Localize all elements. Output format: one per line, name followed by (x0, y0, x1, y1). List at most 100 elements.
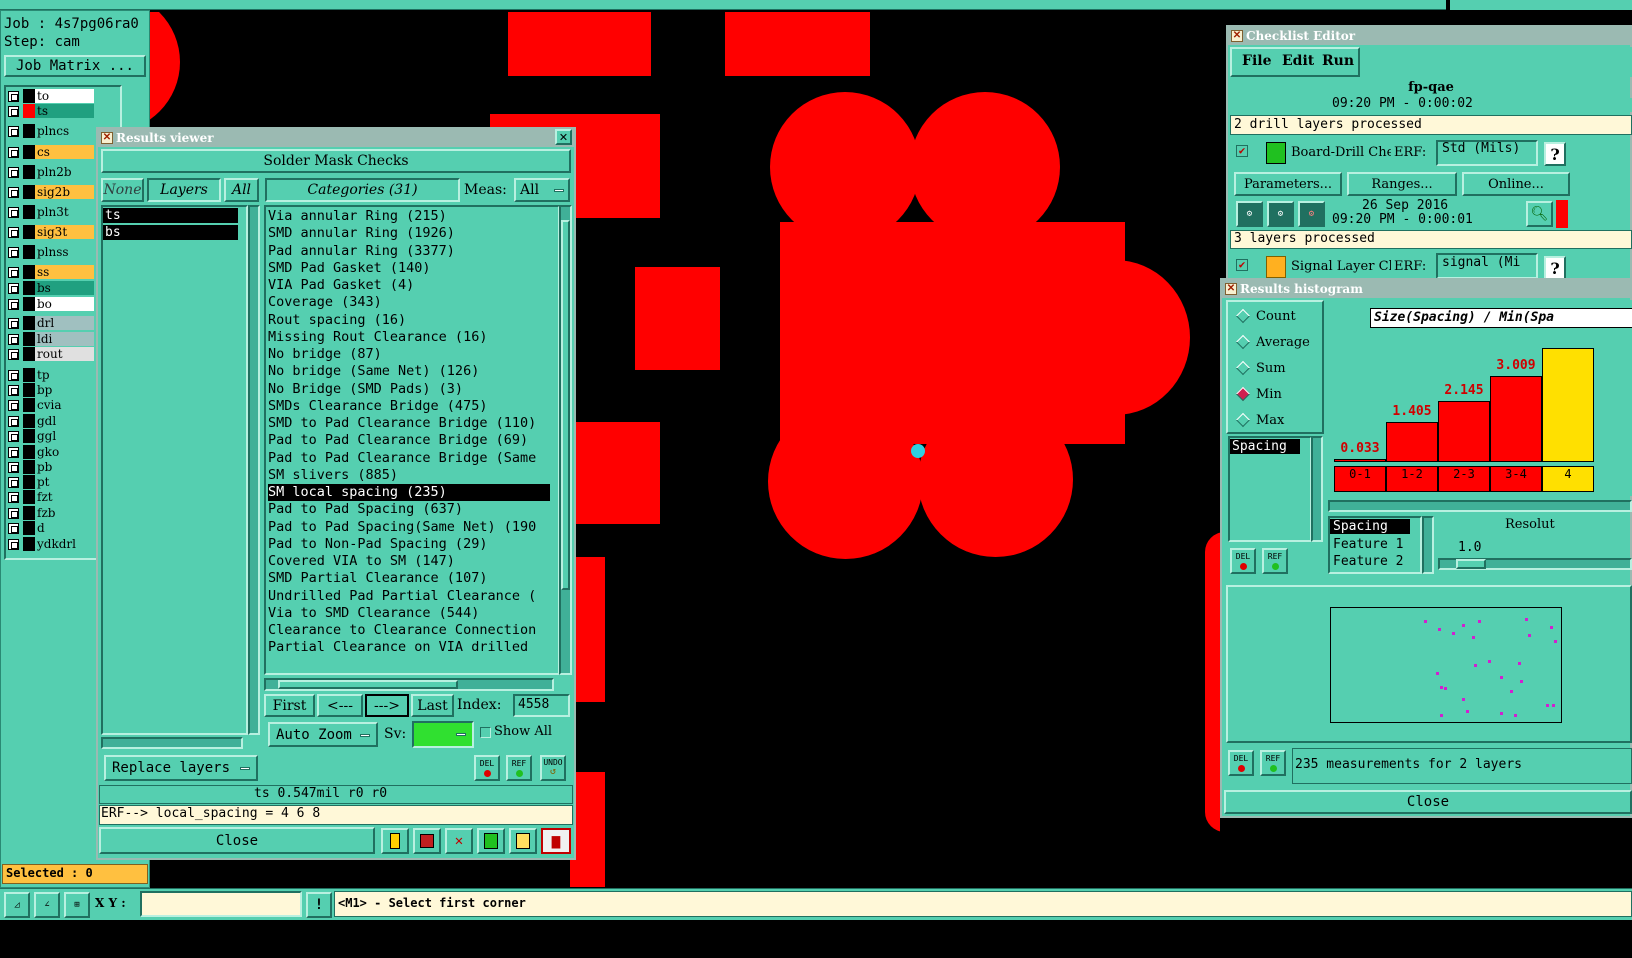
category-item[interactable]: Pad to Pad Clearance Bridge (Same (268, 450, 550, 467)
layer-checkbox[interactable] (8, 446, 19, 458)
window-menu-icon[interactable]: ✕ (1225, 283, 1237, 295)
delete-marks-icon[interactable]: ✕ (445, 828, 473, 854)
layer-row[interactable]: gdl (8, 414, 94, 428)
category-hscroll-thumb[interactable] (278, 680, 458, 689)
stat-option-average[interactable]: Average (1234, 332, 1324, 352)
layer-row[interactable]: rout (8, 347, 94, 361)
layer-row[interactable]: plnss (8, 245, 94, 259)
layer-checkbox[interactable] (8, 206, 19, 218)
layer-row[interactable]: pt (8, 475, 94, 489)
category-item[interactable]: SM local spacing (235) (268, 484, 550, 501)
layer-checkbox[interactable] (8, 333, 19, 345)
category-item[interactable]: SMDs Clearance Bridge (475) (268, 398, 550, 415)
viewer-layer-vscroll[interactable] (248, 205, 260, 735)
replace-layers-dropdown[interactable]: Replace layers (104, 755, 258, 781)
layer-checkbox[interactable] (8, 476, 19, 488)
histogram-bar[interactable] (1438, 400, 1490, 462)
layer-checkbox[interactable] (8, 317, 19, 329)
category-vscroll-thumb[interactable] (561, 220, 570, 590)
layer-row[interactable]: pb (8, 460, 94, 474)
viewer-close-button[interactable]: Close (99, 827, 375, 854)
run-icon[interactable]: ⚙ (1236, 201, 1263, 227)
checklist-editor-titlebar[interactable]: ✕ Checklist Editor (1228, 27, 1632, 45)
layer-row[interactable]: bp (8, 383, 94, 397)
layer-row[interactable]: to (8, 89, 94, 103)
results-viewer-titlebar[interactable]: ✕ Results viewer (98, 129, 574, 147)
category-item[interactable]: Partial Clearance on VIA drilled (268, 639, 550, 656)
viewer-layer-hscroll[interactable] (101, 737, 243, 749)
stat-option-max[interactable]: Max (1234, 410, 1324, 430)
row2-check-icon[interactable]: ✔ (1236, 145, 1248, 157)
layer-row[interactable]: ydkdrl (8, 537, 94, 551)
layer-checkbox[interactable] (8, 125, 19, 137)
prev-button[interactable]: <--- (317, 694, 363, 717)
category-item[interactable]: No bridge (Same Net) (126) (268, 363, 550, 380)
histogram-bar[interactable] (1334, 459, 1386, 462)
histogram-bar[interactable] (1386, 421, 1438, 462)
online-button[interactable]: Online... (1462, 172, 1570, 196)
window-menu-icon[interactable]: ✕ (101, 132, 113, 144)
layer-row[interactable]: fzt (8, 490, 94, 504)
meas-dropdown[interactable]: All (514, 178, 570, 202)
category-item[interactable]: Pad to Non-Pad Spacing (29) (268, 536, 550, 553)
run-selected-icon[interactable]: ⚙ (1267, 201, 1294, 227)
layer-row[interactable]: ts (8, 104, 94, 118)
layer-row[interactable]: ggl (8, 429, 94, 443)
category-item[interactable]: VIA Pad Gasket (4) (268, 277, 550, 294)
category-item[interactable]: Pad annular Ring (3377) (268, 243, 550, 260)
row5-check-icon[interactable]: ✔ (1236, 259, 1248, 271)
layer-row[interactable]: plncs (8, 124, 94, 138)
row5-help-button[interactable]: ? (1544, 256, 1566, 280)
category-item[interactable]: No bridge (87) (268, 346, 550, 363)
category-item[interactable]: Pad to Pad Spacing (637) (268, 501, 550, 518)
layer-checkbox[interactable] (8, 399, 19, 411)
category-item[interactable]: SMD Partial Clearance (107) (268, 570, 550, 587)
ref-button[interactable]: REF (506, 755, 532, 781)
layer-row[interactable]: cvia (8, 398, 94, 412)
category-item[interactable]: SM slivers (885) (268, 467, 550, 484)
stat-option-count[interactable]: Count (1234, 306, 1324, 326)
results-viewer-close-icon[interactable]: ✕ (555, 129, 572, 145)
category-item[interactable]: Via to SMD Clearance (544) (268, 605, 550, 622)
category-item[interactable]: No Bridge (SMD Pads) (3) (268, 381, 550, 398)
hist-del-button[interactable]: DEL (1230, 548, 1256, 574)
last-button[interactable]: Last (411, 694, 454, 717)
layer-row[interactable]: sig3t (8, 225, 94, 239)
measure-tool-icon[interactable]: ∠ (34, 892, 60, 918)
calculator-icon[interactable] (477, 828, 505, 854)
layer-checkbox[interactable] (8, 146, 19, 158)
histogram-hscroll[interactable] (1328, 500, 1632, 512)
category-item[interactable]: Missing Rout Clearance (16) (268, 329, 550, 346)
histogram-field-vscroll[interactable] (1311, 436, 1323, 542)
category-item[interactable]: SMD Pad Gasket (140) (268, 260, 550, 277)
layer-row[interactable]: d (8, 521, 94, 535)
minimap[interactable] (1330, 607, 1562, 723)
layer-checkbox[interactable] (8, 90, 19, 102)
layer-row[interactable]: cs (8, 145, 94, 159)
layer-row[interactable]: ldi (8, 332, 94, 346)
stat-option-min[interactable]: Min (1234, 384, 1324, 404)
sv-color-dropdown[interactable] (412, 721, 474, 748)
checks-header[interactable]: Solder Mask Checks (101, 149, 571, 173)
histogram-icon[interactable]: ▆ (541, 828, 571, 854)
histogram-titlebar[interactable]: ✕ Results histogram (1222, 280, 1632, 298)
histogram-bin-label[interactable]: 1-2 (1386, 466, 1438, 492)
none-button[interactable]: None (101, 178, 144, 202)
zoom-result-icon[interactable]: 🔍︎ (1526, 201, 1553, 227)
del-button[interactable]: DEL (474, 755, 500, 781)
stop-icon[interactable]: ⚙ (1298, 201, 1325, 227)
layer-row[interactable]: fzb (8, 506, 94, 520)
next-button[interactable]: ---> (365, 694, 409, 717)
layer-checkbox[interactable] (8, 266, 19, 278)
category-item[interactable]: Rout spacing (16) (268, 312, 550, 329)
histogram-bin-label[interactable]: 3-4 (1490, 466, 1542, 492)
window-menu-icon[interactable]: ✕ (1231, 30, 1243, 42)
layer-row[interactable]: pln3t (8, 205, 94, 219)
all-layers-button[interactable]: All (224, 178, 259, 202)
histogram-bar[interactable] (1542, 347, 1594, 462)
layers-button[interactable]: Layers (147, 178, 221, 202)
layer-row[interactable]: ss (8, 265, 94, 279)
category-item[interactable]: Via annular Ring (215) (268, 208, 550, 225)
layer-checkbox[interactable] (8, 384, 19, 396)
layer-checkbox[interactable] (8, 348, 19, 360)
